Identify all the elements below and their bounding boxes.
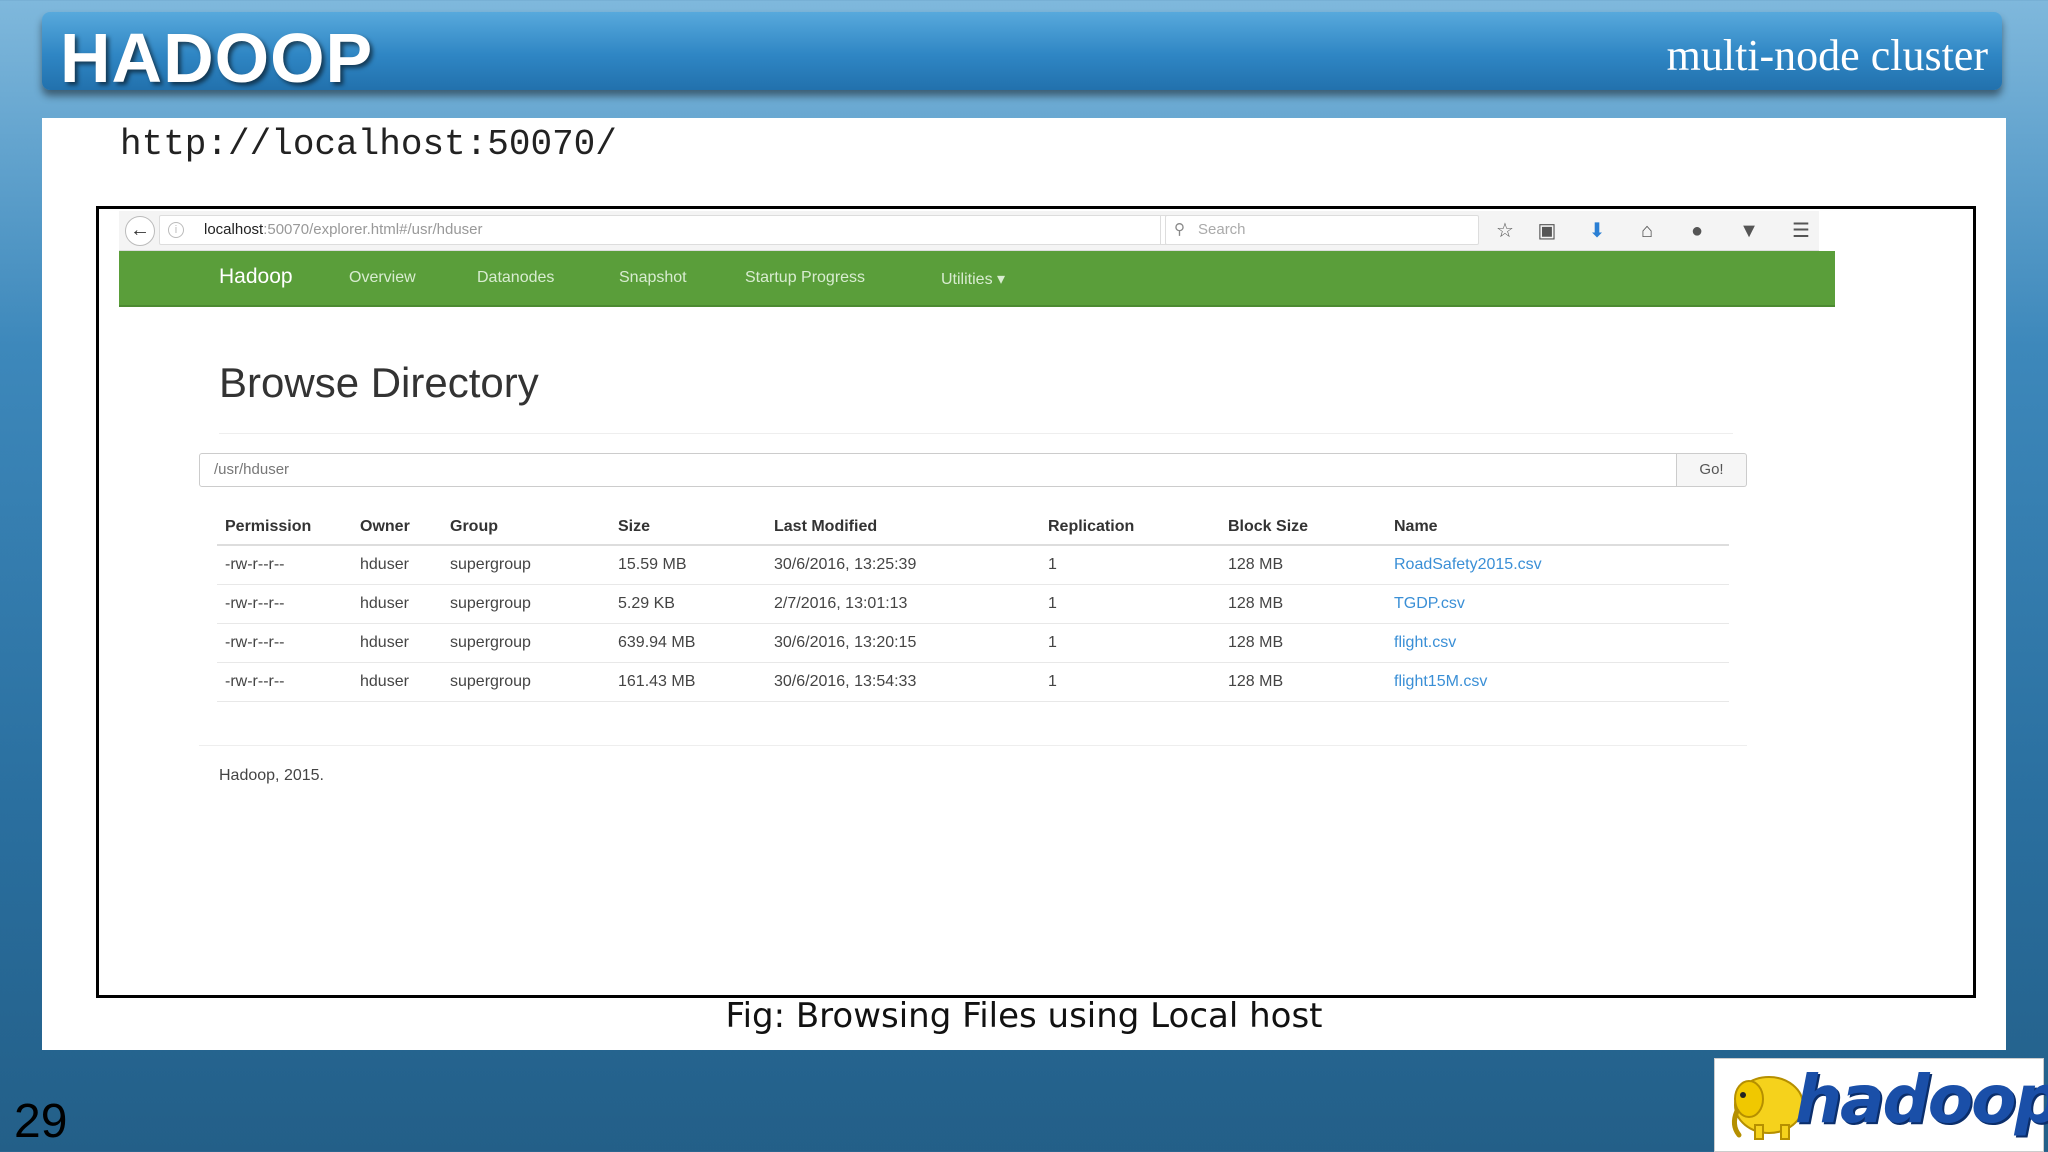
column-header-owner[interactable]: Owner (352, 509, 442, 546)
cell-group: supergroup (442, 584, 610, 624)
cell-replication: 1 (1040, 623, 1220, 663)
cell-last-modified: 2/7/2016, 13:01:13 (766, 584, 1040, 624)
column-header-block-size[interactable]: Block Size (1220, 509, 1386, 546)
home-icon[interactable]: ⌂ (1633, 217, 1661, 245)
divider (219, 433, 1733, 434)
page-title: Browse Directory (219, 359, 539, 406)
cell-replication: 1 (1040, 584, 1220, 624)
nav-item-datanodes[interactable]: Datanodes (477, 269, 554, 287)
browser-screenshot: ← i localhost:50070/explorer.html#/usr/h… (96, 206, 1976, 998)
hadoop-logo: hadoop (1714, 1058, 2048, 1152)
cell-size: 15.59 MB (610, 545, 766, 585)
go-button[interactable]: Go! (1677, 453, 1747, 487)
download-icon[interactable]: ⬇ (1583, 217, 1611, 245)
cell-owner: hduser (352, 662, 442, 702)
cell-group: supergroup (442, 662, 610, 702)
address-bar[interactable]: i localhost:50070/explorer.html#/usr/hdu… (159, 215, 1191, 245)
table-row: -rw-r--r-- hduser supergroup 15.59 MB 30… (217, 545, 1729, 585)
file-link[interactable]: RoadSafety2015.csv (1386, 545, 1729, 585)
cell-replication: 1 (1040, 545, 1220, 585)
nav-item-startup-progress[interactable]: Startup Progress (745, 269, 865, 287)
cell-owner: hduser (352, 584, 442, 624)
search-placeholder: Search (1198, 221, 1246, 238)
chat-icon[interactable]: ● (1683, 217, 1711, 245)
slide-number: 29 (14, 1095, 68, 1148)
nav-item-overview[interactable]: Overview (349, 269, 416, 287)
cell-block-size: 128 MB (1220, 584, 1386, 624)
cell-last-modified: 30/6/2016, 13:25:39 (766, 545, 1040, 585)
browser-toolbar: ← i localhost:50070/explorer.html#/usr/h… (119, 211, 1819, 251)
table-row: -rw-r--r-- hduser supergroup 639.94 MB 3… (217, 623, 1729, 663)
column-header-size[interactable]: Size (610, 509, 766, 546)
slide-subtitle: multi-node cluster (1666, 31, 1988, 80)
cell-permission: -rw-r--r-- (217, 545, 352, 585)
column-header-permission[interactable]: Permission (217, 509, 352, 546)
content-panel: http://localhost:50070/ ← i localhost:50… (42, 118, 2006, 1050)
slide-title: HADOOP (60, 19, 374, 97)
figure-caption: Fig: Browsing Files using Local host (725, 996, 1323, 1036)
pocket-icon[interactable]: ▼ (1735, 217, 1763, 245)
search-icon: ⚲ (1174, 221, 1185, 238)
cell-group: supergroup (442, 545, 610, 585)
url-text: http://localhost:50070/ (120, 124, 617, 165)
table-row: -rw-r--r-- hduser supergroup 161.43 MB 3… (217, 662, 1729, 702)
file-link[interactable]: flight.csv (1386, 623, 1729, 663)
file-link[interactable]: flight15M.csv (1386, 662, 1729, 702)
cell-owner: hduser (352, 623, 442, 663)
directory-path-input[interactable]: /usr/hduser (199, 453, 1677, 487)
page-footer: Hadoop, 2015. (219, 767, 324, 784)
cell-last-modified: 30/6/2016, 13:20:15 (766, 623, 1040, 663)
cell-permission: -rw-r--r-- (217, 623, 352, 663)
slide-title-bar: HADOOP multi-node cluster (42, 12, 2002, 97)
nav-item-snapshot[interactable]: Snapshot (619, 269, 687, 287)
cell-permission: -rw-r--r-- (217, 662, 352, 702)
star-icon[interactable]: ☆ (1491, 217, 1519, 245)
hadoop-logo-text: hadoop (1795, 1061, 2048, 1138)
search-input[interactable]: ⚲ Search (1165, 215, 1479, 245)
column-header-name[interactable]: Name (1386, 509, 1729, 546)
file-link[interactable]: TGDP.csv (1386, 584, 1729, 624)
divider (199, 745, 1747, 746)
address-host: localhost (204, 221, 264, 238)
column-header-group[interactable]: Group (442, 509, 610, 546)
table-header-row: Permission Owner Group Size Last Modifie… (217, 509, 1729, 546)
back-arrow-icon[interactable]: ← (125, 216, 155, 246)
cell-group: supergroup (442, 623, 610, 663)
cell-replication: 1 (1040, 662, 1220, 702)
camera-icon[interactable]: ▣ (1533, 217, 1561, 245)
nav-item-utilities[interactable]: Utilities ▾ (941, 269, 1005, 289)
cell-block-size: 128 MB (1220, 545, 1386, 585)
cell-last-modified: 30/6/2016, 13:54:33 (766, 662, 1040, 702)
cell-owner: hduser (352, 545, 442, 585)
nav-brand[interactable]: Hadoop (219, 265, 293, 289)
cell-size: 5.29 KB (610, 584, 766, 624)
cell-size: 161.43 MB (610, 662, 766, 702)
column-header-last-modified[interactable]: Last Modified (766, 509, 1040, 546)
cell-block-size: 128 MB (1220, 623, 1386, 663)
menu-icon[interactable]: ☰ (1787, 217, 1815, 245)
table-row: -rw-r--r-- hduser supergroup 5.29 KB 2/7… (217, 584, 1729, 624)
cell-size: 639.94 MB (610, 623, 766, 663)
file-table: Permission Owner Group Size Last Modifie… (217, 509, 1729, 702)
cell-block-size: 128 MB (1220, 662, 1386, 702)
column-header-replication[interactable]: Replication (1040, 509, 1220, 546)
hadoop-navbar: Hadoop Overview Datanodes Snapshot Start… (119, 251, 1835, 307)
info-icon[interactable]: i (168, 222, 184, 238)
address-path: :50070/explorer.html#/usr/hduser (263, 221, 483, 238)
cell-permission: -rw-r--r-- (217, 584, 352, 624)
